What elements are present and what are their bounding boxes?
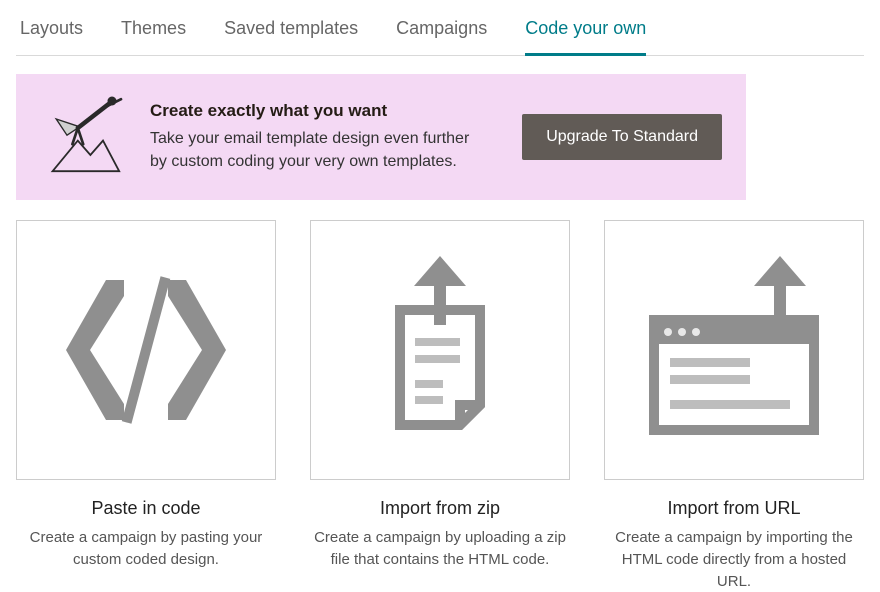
tabs-nav: Layouts Themes Saved templates Campaigns… xyxy=(16,0,864,56)
card-description: Create a campaign by pasting your custom… xyxy=(16,527,276,571)
card-description: Create a campaign by uploading a zip fil… xyxy=(310,527,570,571)
tab-saved-templates[interactable]: Saved templates xyxy=(224,18,358,56)
tab-themes[interactable]: Themes xyxy=(121,18,186,56)
hero-illustration-icon xyxy=(40,92,130,182)
upload-document-icon xyxy=(310,220,570,480)
banner-description: Take your email template design even fur… xyxy=(150,127,490,173)
card-paste-code[interactable]: Paste in code Create a campaign by pasti… xyxy=(16,220,276,592)
tab-layouts[interactable]: Layouts xyxy=(20,18,83,56)
code-icon xyxy=(16,220,276,480)
card-import-zip[interactable]: Import from zip Create a campaign by upl… xyxy=(310,220,570,592)
card-title: Import from zip xyxy=(310,498,570,519)
banner-title: Create exactly what you want xyxy=(150,101,502,121)
option-cards: Paste in code Create a campaign by pasti… xyxy=(16,220,864,592)
tab-campaigns[interactable]: Campaigns xyxy=(396,18,487,56)
upload-browser-icon xyxy=(604,220,864,480)
upgrade-button[interactable]: Upgrade To Standard xyxy=(522,114,722,160)
card-import-url[interactable]: Import from URL Create a campaign by imp… xyxy=(604,220,864,592)
card-title: Paste in code xyxy=(16,498,276,519)
upgrade-banner: Create exactly what you want Take your e… xyxy=(16,74,746,200)
tab-code-your-own[interactable]: Code your own xyxy=(525,18,646,56)
card-title: Import from URL xyxy=(604,498,864,519)
card-description: Create a campaign by importing the HTML … xyxy=(604,527,864,592)
